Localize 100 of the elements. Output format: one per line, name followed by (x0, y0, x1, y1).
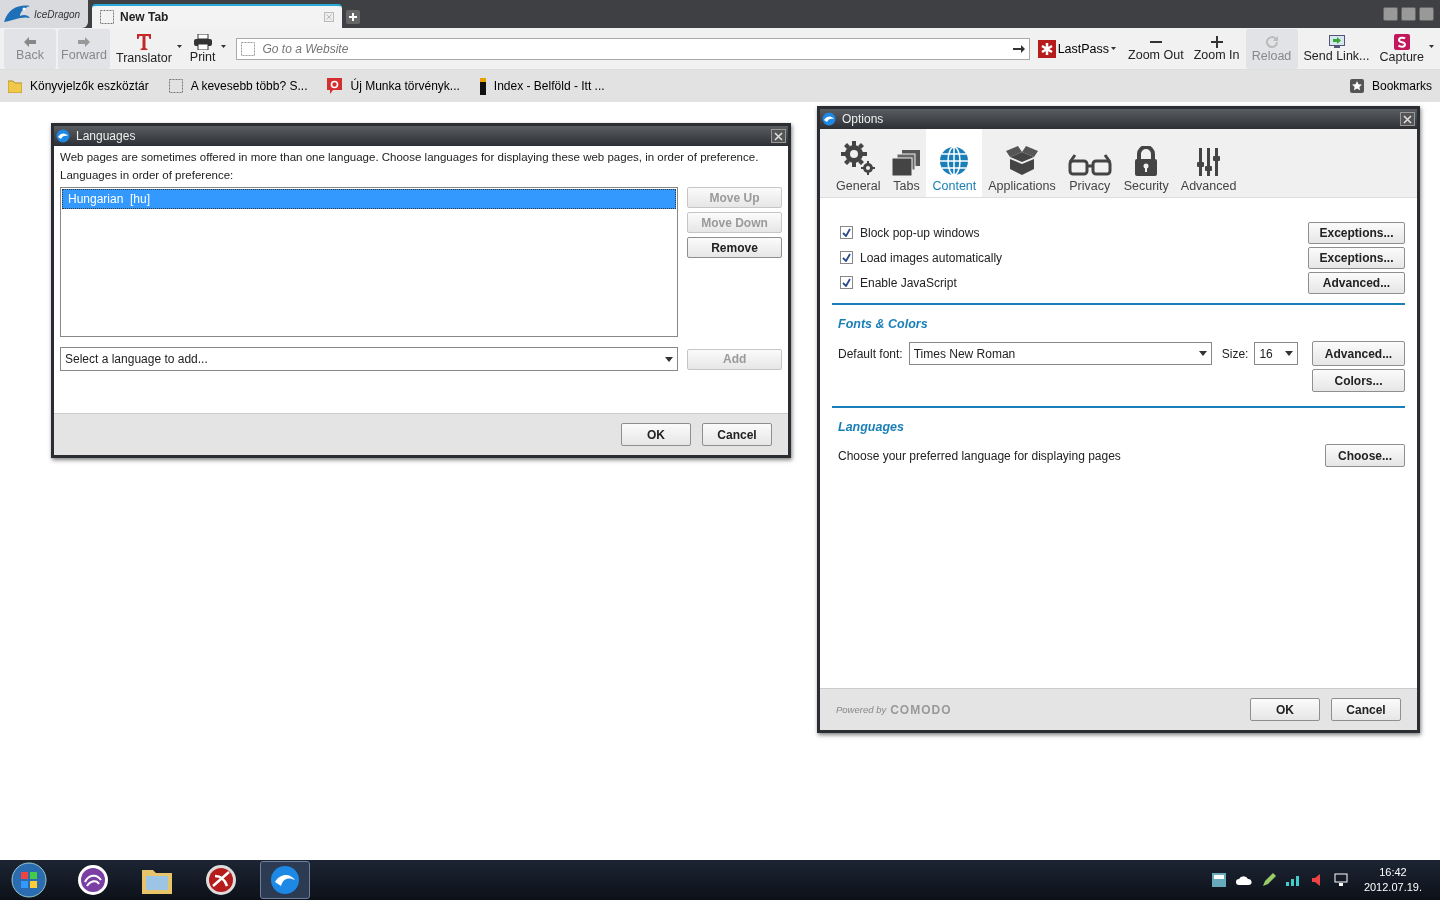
button[interactable]: Exceptions... (1308, 246, 1405, 269)
button[interactable]: Choose... (1325, 444, 1405, 467)
section-heading: Fonts & Colors (837, 316, 929, 333)
button[interactable]: OK (621, 423, 691, 446)
new-tab-button[interactable] (346, 10, 360, 24)
bookmarks-menu-button[interactable]: Bookmarks (1349, 79, 1432, 93)
button[interactable]: Advanced... (1308, 271, 1405, 294)
plus-icon (1210, 35, 1223, 48)
bar-icon (479, 77, 486, 95)
round-emblem-icon (205, 864, 237, 896)
app-menu-button[interactable]: IceDragon (0, 0, 88, 28)
stacked-windows-icon (892, 150, 921, 176)
back-arrow-icon (23, 35, 37, 48)
button[interactable]: Cancel (1331, 698, 1401, 721)
dropdown-value: 16 (1259, 346, 1273, 361)
browser-tab[interactable]: New Tab (92, 4, 342, 28)
size-dropdown[interactable]: 16 (1254, 342, 1299, 365)
cloud-icon (1235, 875, 1252, 885)
checkbox-label: Load images automatically (860, 250, 1004, 265)
swirl-icon (269, 864, 301, 896)
button[interactable]: Colors... (1312, 369, 1405, 392)
taskbar-button[interactable] (260, 861, 310, 899)
bookmark-item[interactable]: A kevesebb több? S... (168, 79, 308, 93)
field-label: Default font: (838, 346, 903, 361)
button[interactable]: Advanced... (1312, 341, 1405, 366)
dragon-logo-icon (56, 129, 70, 143)
brand-logo: COMODO (890, 702, 952, 717)
toolbar-button[interactable]: Zoom Out (1124, 28, 1188, 69)
caret-icon (1111, 47, 1117, 50)
bookmark-item[interactable]: Könyvjelzők eszköztár (8, 79, 149, 93)
glasses-icon (1067, 152, 1112, 176)
toolbar-button[interactable]: Capture (1375, 28, 1428, 69)
category-tab[interactable]: General (830, 129, 887, 197)
gears-icon (840, 140, 877, 176)
open-box-icon (1005, 146, 1038, 176)
toolbar-button[interactable]: Print (185, 28, 220, 69)
page-icon (240, 41, 255, 56)
sliders-icon (1196, 148, 1221, 176)
checkmark-icon (842, 278, 851, 287)
dropdown-arrow-icon (1285, 351, 1294, 356)
forward-arrow-icon (77, 35, 91, 48)
category-tab[interactable]: Privacy (1061, 129, 1118, 197)
folder-icon (8, 79, 22, 93)
app-name: IceDragon (34, 8, 81, 20)
dropdown-value: Times New Roman (913, 346, 1016, 361)
bookmark-item[interactable]: Index - Belföld - Itt ... (479, 77, 605, 95)
checkbox[interactable] (840, 276, 853, 289)
close-button[interactable] (771, 129, 786, 143)
toolbar-button[interactable]: Send Link... (1299, 28, 1374, 69)
swirl-icon (77, 864, 109, 896)
toolbar-button[interactable]: Translator (112, 28, 176, 69)
category-tab[interactable]: Security (1117, 129, 1175, 197)
bookmark-item[interactable]: Új Munka törvényk... (327, 78, 460, 94)
button[interactable]: Cancel (702, 423, 772, 446)
dropdown-placeholder: Select a language to add... (65, 352, 208, 366)
button[interactable]: Remove (687, 237, 782, 258)
window-icon (1211, 873, 1226, 887)
section-heading: Languages (837, 419, 905, 436)
plus-icon (349, 13, 357, 21)
star-icon (1349, 79, 1364, 93)
signal-icon (1285, 874, 1302, 886)
toolbar-button[interactable]: Zoom In (1189, 28, 1244, 69)
dropdown-arrow-icon (665, 356, 674, 362)
dragon-logo-icon (822, 112, 836, 126)
category-tab[interactable]: Tabs (886, 129, 927, 197)
font-dropdown[interactable]: Times New Roman (908, 342, 1212, 365)
start-orb-icon (11, 862, 47, 898)
checkmark-icon (842, 228, 851, 237)
checkbox-label: Block pop-up windows (860, 225, 981, 240)
checkbox[interactable] (840, 226, 853, 239)
field-label: Size: (1221, 346, 1249, 361)
list-label: Languages in order of preference: (60, 169, 235, 181)
button[interactable]: Exceptions... (1308, 221, 1405, 244)
padlock-icon (1134, 146, 1159, 176)
pen-icon (1261, 873, 1276, 887)
close-button[interactable] (1400, 112, 1415, 126)
category-tab[interactable]: Advanced (1174, 129, 1243, 197)
reload-icon (1264, 34, 1279, 49)
clock-time: 16:42 (1379, 865, 1407, 880)
page-icon (168, 79, 183, 93)
window-title: Options (842, 112, 885, 126)
language-dropdown[interactable]: Select a language to add... (60, 347, 679, 371)
globe-icon (939, 146, 970, 176)
description-text: Choose your preferred language for displaying pages (838, 448, 1121, 463)
page-icon (100, 10, 114, 24)
network-icon (1333, 873, 1348, 887)
powered-by-text: Powered by (836, 704, 887, 715)
category-tab[interactable]: Applications (982, 129, 1062, 197)
address-field[interactable]: Go to a Website (260, 40, 1007, 57)
category-tab[interactable]: Content (926, 129, 983, 197)
checkmark-icon (842, 253, 851, 262)
letter-t-icon (135, 32, 152, 51)
clock-date: 2012.07.19. (1363, 880, 1422, 895)
button[interactable]: OK (1250, 698, 1320, 721)
printer-icon (193, 33, 212, 50)
description-text: Web pages are sometimes offered in more than one language. Choose languages for displaying these web pages, in order of preference. (60, 151, 760, 163)
address-bar[interactable]: Go to a Website (235, 37, 1030, 60)
lastpass-button[interactable]: LastPass (1037, 39, 1117, 58)
checkbox[interactable] (840, 251, 853, 264)
capture-icon (1393, 33, 1410, 50)
